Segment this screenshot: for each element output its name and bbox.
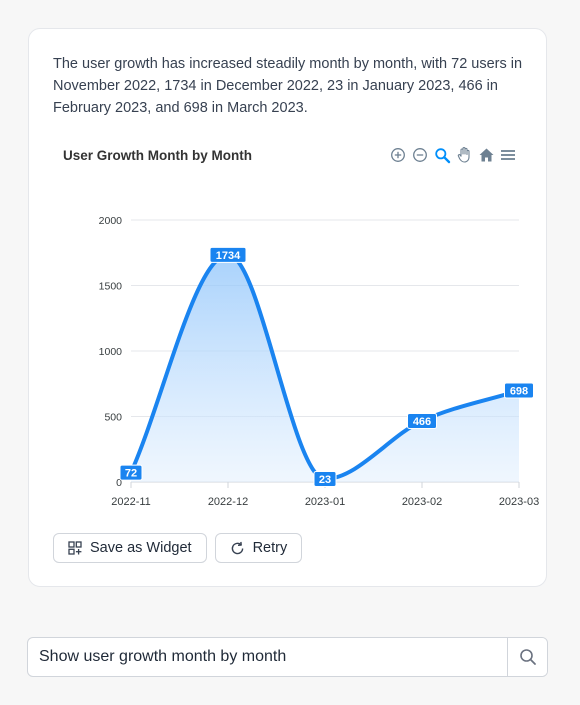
y-tick-label: 500 (104, 412, 122, 424)
x-tick-label: 2022-12 (208, 496, 248, 508)
y-tick-label: 2000 (99, 215, 123, 227)
widget-icon (68, 541, 82, 555)
x-tick-label: 2023-03 (499, 496, 539, 508)
search-button[interactable] (507, 638, 547, 676)
chart-series (129, 252, 521, 482)
data-label-value: 698 (510, 386, 528, 398)
search-icon (519, 648, 537, 666)
save-as-widget-label: Save as Widget (90, 540, 192, 556)
area-chart: 0500100015002000 2022-11 2022-12 2023-01 20… (99, 215, 540, 508)
y-axis: 0500100015002000 (99, 215, 123, 489)
save-as-widget-button[interactable]: Save as Widget (53, 533, 207, 563)
data-label-value: 466 (413, 416, 431, 428)
data-label: 466 (407, 412, 437, 429)
x-tick-label: 2023-01 (305, 496, 345, 508)
x-tick-label: 2023-02 (402, 496, 442, 508)
query-input[interactable] (28, 638, 507, 676)
retry-button[interactable]: Retry (214, 533, 303, 563)
data-label-value: 72 (125, 468, 137, 480)
y-tick-label: 1500 (99, 281, 123, 293)
data-label: 23 (313, 470, 337, 487)
data-label: 1734 (209, 246, 247, 263)
chart-container: User Growth Month by Month 0 500 1000 15… (51, 139, 540, 508)
series-area-fill (131, 254, 519, 482)
data-label: 72 (119, 464, 143, 481)
chat-response-card: The user growth has increased steadily m… (28, 28, 547, 587)
x-tick-label: 2022-11 (111, 496, 151, 508)
response-summary: The user growth has increased steadily m… (53, 56, 523, 116)
y-tick-label: 1000 (99, 346, 123, 358)
retry-label: Retry (252, 540, 288, 556)
data-label: 698 (504, 382, 534, 399)
data-label-value: 23 (319, 474, 331, 486)
query-search-bar (27, 637, 548, 677)
action-buttons: Save as Widget Retry (53, 533, 303, 563)
data-label-value: 1734 (216, 250, 241, 262)
refresh-icon (230, 541, 245, 556)
